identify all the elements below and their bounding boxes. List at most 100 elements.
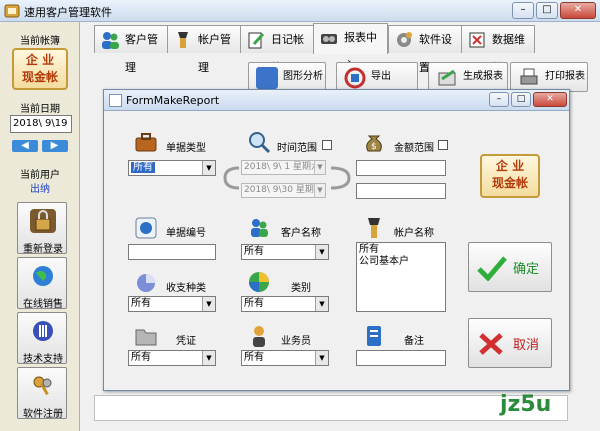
magnifier-icon xyxy=(247,130,271,154)
salesman-select[interactable]: 所有 ▼ xyxy=(241,350,329,366)
current-date-value: 2018\ 9\19 xyxy=(13,118,68,129)
account-list-item[interactable]: 公司基本户 xyxy=(359,256,443,268)
generate-report-label: 生成报表 xyxy=(463,71,503,82)
tab-data-maintenance[interactable]: 数据维护 xyxy=(461,25,535,74)
remark-input[interactable] xyxy=(356,350,446,366)
support-icon xyxy=(30,319,56,343)
dropdown-arrow-icon: ▼ xyxy=(315,297,328,311)
export-excel-button[interactable]: 导出EXCEL xyxy=(336,62,418,110)
voucher-select[interactable]: 所有 ▼ xyxy=(128,350,216,366)
current-user-value: 出纳 xyxy=(30,184,50,195)
svg-text:$: $ xyxy=(371,142,377,152)
dialog-minimize-button[interactable]: – xyxy=(489,92,509,107)
dialog-maximize-button[interactable]: □ xyxy=(511,92,531,107)
dialog-logo: 企 业 现金帐 xyxy=(480,154,540,198)
tab-software-settings[interactable]: 软件设置 xyxy=(388,25,462,74)
customer-label: 客户名称 xyxy=(281,228,321,239)
voucher-value: 所有 xyxy=(131,352,151,363)
amount-max-input[interactable] xyxy=(356,183,446,199)
doc-type-select[interactable]: 所有 ▼ xyxy=(128,160,216,176)
amount-link-arrow-icon xyxy=(329,166,353,190)
voucher-label: 凭证 xyxy=(176,336,196,347)
book-logo-line2: 现金帐 xyxy=(21,70,58,84)
dialog-logo-line2: 现金帐 xyxy=(491,176,528,190)
category-icon xyxy=(247,270,271,294)
doc-number-input[interactable] xyxy=(128,244,216,260)
dialog-close-button[interactable]: ✕ xyxy=(533,92,567,107)
date-to-picker[interactable]: 2018\ 9\30 星期日 ▼ xyxy=(241,183,326,198)
users-icon xyxy=(100,30,120,50)
customer-icon xyxy=(247,216,271,240)
next-arrow-icon[interactable]: ▶ xyxy=(41,140,68,152)
book-logo[interactable]: 企 业 现金帐 xyxy=(12,48,68,90)
report-icon xyxy=(319,28,339,48)
current-date-select[interactable]: 2018\ 9\19 xyxy=(10,115,72,133)
relogin-button[interactable]: 重新登录 xyxy=(17,202,67,255)
income-type-select[interactable]: 所有 ▼ xyxy=(128,296,216,312)
online-sales-button[interactable]: 在线销售 xyxy=(17,257,67,310)
tab-customer-management[interactable]: 客户管理 xyxy=(94,25,168,74)
chart-analysis-button[interactable]: 图形分析 xyxy=(248,62,326,92)
cancel-label: 取消 xyxy=(513,338,540,353)
gear-icon xyxy=(394,30,414,50)
app-icon xyxy=(4,3,20,19)
prev-arrow-icon[interactable]: ◀ xyxy=(12,140,38,152)
register-label: 软件注册 xyxy=(23,409,63,420)
remark-label: 备注 xyxy=(404,336,424,347)
tab-account-management[interactable]: 帐户管理 xyxy=(167,25,241,74)
cross-icon xyxy=(477,331,503,355)
current-date-label: 当前日期 xyxy=(20,104,60,115)
date-nav: ◀ ▶ xyxy=(12,138,68,152)
confirm-label: 确定 xyxy=(513,262,540,277)
dropdown-arrow-icon: ▼ xyxy=(315,245,328,259)
maximize-button[interactable]: □ xyxy=(536,2,558,19)
tech-support-button[interactable]: 技术支持 xyxy=(17,312,67,365)
close-button[interactable]: ✕ xyxy=(560,2,596,19)
doc-number-label: 单据编号 xyxy=(166,228,206,239)
online-sales-label: 在线销售 xyxy=(23,299,63,310)
globe-icon xyxy=(30,264,56,288)
keys-icon xyxy=(30,374,56,398)
customer-select[interactable]: 所有 ▼ xyxy=(241,244,329,260)
amount-range-label: 金额范围 xyxy=(394,143,434,154)
tab-report-center[interactable]: 报表中心 xyxy=(313,23,388,72)
dropdown-arrow-icon: ▼ xyxy=(202,351,215,365)
tech-support-label: 技术支持 xyxy=(23,354,63,365)
current-user-label: 当前用户 xyxy=(20,170,60,181)
cancel-button[interactable]: 取消 xyxy=(468,318,552,368)
minimize-button[interactable]: – xyxy=(512,2,534,19)
money-bag-icon: $ xyxy=(362,130,386,154)
generate-report-button[interactable]: 生成报表 xyxy=(428,62,508,92)
account-list[interactable]: 所有 公司基本户 xyxy=(356,242,446,312)
confirm-button[interactable]: 确定 xyxy=(468,242,552,292)
date-from-value: 2018\ 9\ 1 星期六 xyxy=(244,162,321,172)
amount-min-input[interactable] xyxy=(356,160,446,176)
book-logo-line1: 企 业 xyxy=(25,53,55,67)
category-label: 类别 xyxy=(291,283,311,294)
print-report-button[interactable]: 打印报表 xyxy=(510,62,588,92)
customer-value: 所有 xyxy=(244,246,264,257)
income-type-label: 收支种类 xyxy=(166,283,206,294)
data-grid[interactable] xyxy=(94,395,568,421)
data-icon xyxy=(467,30,487,50)
print-report-label: 打印报表 xyxy=(545,71,585,82)
category-select[interactable]: 所有 ▼ xyxy=(241,296,329,312)
account-name-label: 帐户名称 xyxy=(394,228,434,239)
register-button[interactable]: 软件注册 xyxy=(17,367,67,420)
title-bar: 速用客户管理软件 – □ ✕ xyxy=(0,0,600,22)
date-from-picker[interactable]: 2018\ 9\ 1 星期六 ▼ xyxy=(241,160,326,175)
dialog-title-bar: FormMakeReport – □ ✕ xyxy=(104,90,569,111)
account-list-item[interactable]: 所有 xyxy=(359,244,443,256)
chart-icon xyxy=(256,67,278,89)
salesman-label: 业务员 xyxy=(281,336,311,347)
pie-chart-icon xyxy=(134,270,158,294)
amount-range-checkbox[interactable] xyxy=(438,140,448,150)
tab-journal[interactable]: 日记帐簿 xyxy=(240,25,314,74)
time-range-label: 时间范围 xyxy=(277,143,317,154)
income-type-value: 所有 xyxy=(131,298,151,309)
doc-type-value: 所有 xyxy=(131,162,155,173)
dropdown-arrow-icon: ▼ xyxy=(314,161,325,174)
window-title: 速用客户管理软件 xyxy=(24,6,112,19)
time-range-checkbox[interactable] xyxy=(322,140,332,150)
journal-icon xyxy=(246,30,266,50)
